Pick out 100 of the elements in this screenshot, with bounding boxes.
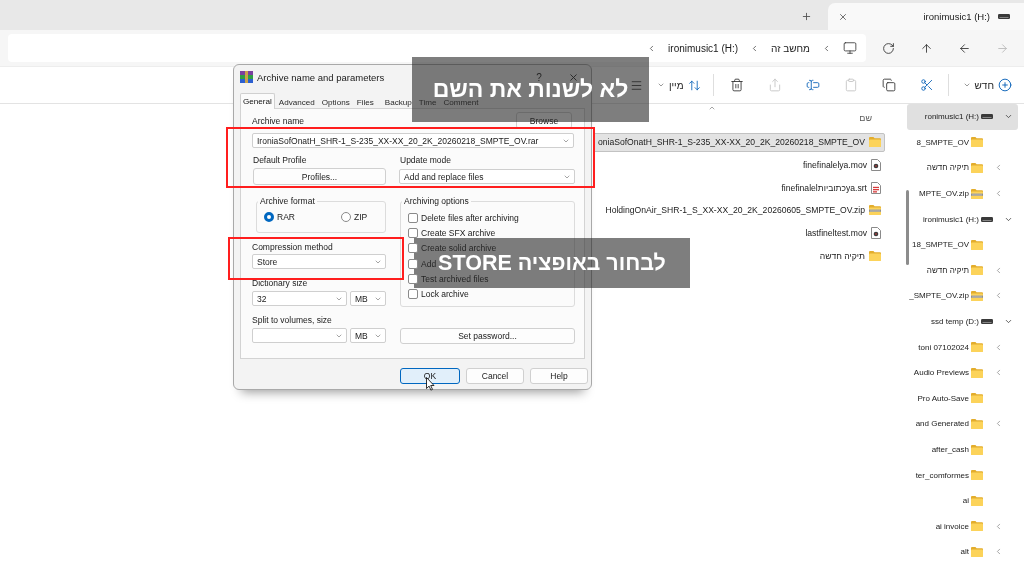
file-row[interactable]: oniaSofOnatH_SHR-1_S-235_XX-XX_20_2K_20260218_SMPTE_OV xyxy=(592,132,885,152)
checkbox[interactable] xyxy=(408,258,418,269)
tree-label: MPTE_OV.zip xyxy=(919,189,969,199)
copy-icon[interactable] xyxy=(881,78,896,92)
tab[interactable]: Options xyxy=(318,95,353,109)
chevron-left-icon[interactable] xyxy=(822,43,831,53)
radio-label[interactable]: ZIP xyxy=(353,212,368,222)
tree-item[interactable]: 18_SMPTE_OV xyxy=(907,231,1018,258)
column-header[interactable]: שם xyxy=(859,113,872,124)
checkbox-label[interactable]: Test archived files xyxy=(421,273,489,284)
app-icon xyxy=(240,71,253,83)
tree-item[interactable]: תיקיה חדשה xyxy=(907,155,1018,181)
tree-label: and Generated xyxy=(915,419,969,429)
update-mode-dropdown[interactable]: Add and replace files xyxy=(399,169,575,184)
new-button[interactable]: חדש xyxy=(962,72,1012,98)
folder-icon xyxy=(971,393,983,404)
dictionary-size-dropdown[interactable]: 32 xyxy=(252,291,347,306)
arrow-left-icon[interactable] xyxy=(957,41,971,55)
dialog-button[interactable]: OK xyxy=(400,368,460,384)
file-row[interactable]: finefinalelya.mov xyxy=(798,155,885,175)
tree-label: after_cash xyxy=(931,445,969,454)
dialog-button[interactable]: Help xyxy=(530,368,588,384)
plus-icon xyxy=(998,78,1012,92)
folder-icon xyxy=(971,546,983,557)
folder-icon xyxy=(869,137,881,147)
tree-item[interactable]: MPTE_OV.zip xyxy=(907,180,1018,207)
checkbox-label[interactable]: Delete files after archiving xyxy=(421,213,519,223)
checkbox[interactable] xyxy=(408,243,418,254)
tab[interactable]: Backup xyxy=(381,95,415,109)
plus-icon[interactable] xyxy=(801,11,812,22)
radio-button[interactable] xyxy=(340,212,351,222)
radio-button[interactable] xyxy=(264,212,274,222)
file-row[interactable]: finefinalelכתוביותya.srt xyxy=(776,178,885,198)
text-cursor-icon[interactable] xyxy=(805,78,820,92)
checkbox[interactable] xyxy=(408,228,418,239)
tree-item[interactable]: ai invoice xyxy=(907,513,1018,540)
tree-item[interactable]: ironimusic1 (H:) xyxy=(907,206,1018,232)
drive-icon xyxy=(998,14,1010,19)
radio-label[interactable]: RAR xyxy=(277,212,295,222)
tree-label: ronimusic1 (H:) xyxy=(924,112,979,122)
field-label: Split to volumes, size xyxy=(252,314,332,326)
folder-icon xyxy=(971,265,983,276)
menu-icon[interactable] xyxy=(629,78,643,92)
video-file-icon xyxy=(871,158,881,171)
tree-label: _SMPTE_OV.zip xyxy=(909,291,969,301)
checkbox-label[interactable]: Lock archive xyxy=(421,288,469,299)
arrow-up-icon[interactable] xyxy=(919,41,933,55)
tab[interactable]: Advanced xyxy=(275,95,318,109)
refresh-icon[interactable] xyxy=(881,41,895,55)
tree-label: תיקיה חדשה xyxy=(926,265,969,275)
zip-folder-icon xyxy=(971,188,983,199)
tree-item[interactable]: 8_SMPTE_OV xyxy=(907,129,1018,156)
breadcrumb-item[interactable]: מחשב זה xyxy=(771,42,810,54)
unit-dropdown[interactable]: MB xyxy=(350,328,386,343)
tree-item[interactable]: ssd temp (D:) xyxy=(907,308,1018,335)
field-label: Archive name xyxy=(252,114,304,127)
file-row[interactable]: תיקיה חדשה xyxy=(814,246,885,266)
tree-item[interactable]: ai xyxy=(907,487,1018,514)
file-name: תיקיה חדשה xyxy=(819,251,865,261)
tree-item[interactable]: תיקיה חדשה xyxy=(907,257,1018,284)
field-label: Update mode xyxy=(399,154,452,166)
tree-item[interactable]: alt xyxy=(907,539,1018,565)
checkbox[interactable] xyxy=(408,213,418,223)
folder-icon xyxy=(971,521,983,532)
tree-item[interactable]: Audio Previews xyxy=(907,359,1018,386)
set-password-button[interactable]: Set password... xyxy=(400,328,575,344)
browser-tab[interactable]: ironimusic1 (H:) xyxy=(828,3,1024,30)
tree-item[interactable]: after_cash xyxy=(907,436,1018,463)
tab[interactable]: General xyxy=(240,93,275,109)
tree-item[interactable]: ronimusic1 (H:) xyxy=(907,104,1018,130)
compression-method-dropdown[interactable]: Store xyxy=(252,254,386,269)
breadcrumb-item[interactable]: ironimusic1 (H:) xyxy=(668,42,739,54)
tree-label: ssd temp (D:) xyxy=(931,317,979,327)
trash-icon[interactable] xyxy=(729,78,744,92)
sort-button[interactable]: מיין xyxy=(656,72,701,98)
unit-dropdown[interactable]: MB xyxy=(350,291,386,306)
file-row[interactable]: HoldingOnAir_SHR-1_S_XX-XX_20_2K_20260605_SMPTE_OV.zip xyxy=(600,200,885,220)
folder-icon xyxy=(971,470,983,481)
profiles-button[interactable]: Profiles... xyxy=(253,168,386,185)
checkbox-label[interactable]: Add xyxy=(421,258,437,269)
close-icon[interactable] xyxy=(838,11,848,22)
checkbox-label[interactable]: Create solid archive xyxy=(421,243,497,254)
tree-item[interactable]: Pro Auto-Save xyxy=(907,385,1018,412)
tree-item[interactable]: toni 07102024 xyxy=(907,334,1018,360)
scrollbar-thumb[interactable] xyxy=(906,190,909,265)
tree-item[interactable]: ter_comformes xyxy=(907,462,1018,488)
scissors-icon[interactable] xyxy=(919,78,934,92)
dialog-button[interactable]: Cancel xyxy=(466,368,524,384)
drive-icon xyxy=(981,114,993,120)
checkbox-label[interactable]: Create SFX archive xyxy=(421,228,496,239)
document-icon xyxy=(871,181,881,194)
group-label: Archiving options xyxy=(403,196,470,206)
tab[interactable]: Files xyxy=(353,95,377,109)
archive-name-field[interactable]: IroniaSofOnatH_SHR-1_S-235_XX-XX_20_2K_20260218_SMPTE_OV.rar xyxy=(252,133,574,148)
file-row[interactable]: lastfineltest.mov xyxy=(800,223,885,243)
tree-item[interactable]: and Generated xyxy=(907,411,1018,437)
checkbox[interactable] xyxy=(408,288,418,299)
group-label: Archive format xyxy=(259,196,316,206)
tree-item[interactable]: _SMPTE_OV.zip xyxy=(907,283,1018,309)
checkbox[interactable] xyxy=(408,273,418,284)
